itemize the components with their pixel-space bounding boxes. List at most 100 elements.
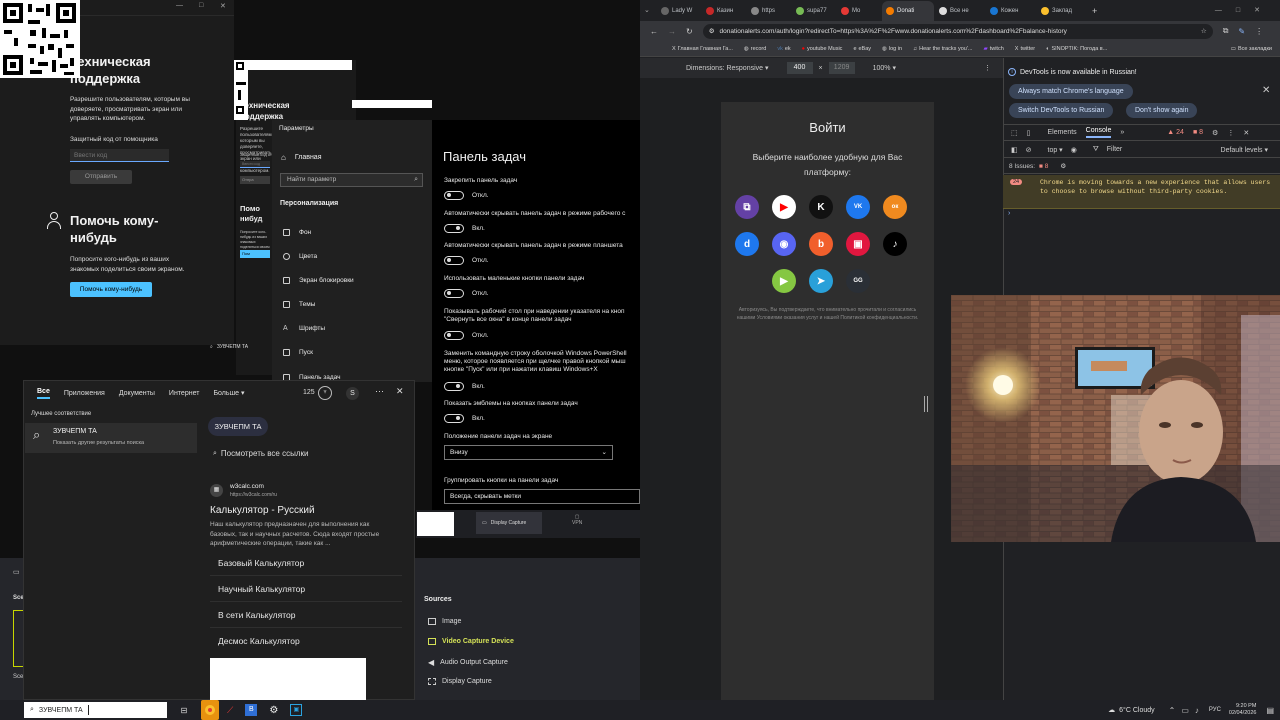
bookmark-10[interactable]: ◐ SINOPTIK: Погода в... bbox=[1046, 46, 1107, 52]
kick-login-button[interactable]: K bbox=[809, 195, 833, 219]
clear-console-icon[interactable]: ⊘ bbox=[1026, 146, 1032, 154]
settings-menu-start[interactable]: Пуск bbox=[283, 349, 313, 356]
settings-gear-icon[interactable]: ⚙ bbox=[1212, 129, 1218, 137]
bookmark-8[interactable]: ▰ twitch bbox=[983, 46, 1003, 52]
taskbar-position-select[interactable]: Внизу ⌄ bbox=[444, 445, 613, 460]
vk-login-button[interactable]: VK bbox=[846, 195, 870, 219]
window-controls[interactable]: —□✕ bbox=[1215, 1, 1280, 21]
more-options-icon[interactable]: ⋮ bbox=[984, 64, 1003, 72]
close-icon[interactable]: ✕ bbox=[396, 386, 404, 397]
link-basic-calculator[interactable]: Базовый Калькулятор bbox=[210, 550, 402, 576]
tab-5[interactable]: Mo bbox=[837, 1, 881, 21]
clock[interactable]: 9:20 PM 02/04/2026 bbox=[1229, 703, 1257, 717]
tray-icons[interactable]: ⌃▭♪ bbox=[1169, 706, 1205, 715]
settings-home[interactable]: ⌂ Главная bbox=[281, 153, 322, 162]
ok-login-button[interactable]: ок bbox=[883, 195, 907, 219]
toggle-switch[interactable] bbox=[444, 414, 464, 423]
task-view-icon[interactable]: ⊟ bbox=[175, 706, 193, 715]
more-options-icon[interactable]: ⋯ bbox=[375, 386, 384, 397]
boosty-login-button[interactable]: b bbox=[809, 232, 833, 256]
settings-menu-lockscreen[interactable]: Экран блокировки bbox=[283, 277, 354, 284]
qa-code-input[interactable] bbox=[70, 149, 169, 162]
obs-source-display-capture[interactable]: Display Capture bbox=[428, 678, 492, 685]
close-devtools-icon[interactable]: ✕ bbox=[1243, 129, 1249, 137]
minimize-icon[interactable]: — bbox=[176, 2, 183, 9]
tab-apps[interactable]: Приложения bbox=[64, 390, 105, 397]
tab-documents[interactable]: Документы bbox=[119, 390, 155, 397]
bookmark-9[interactable]: Xtwitter bbox=[1015, 46, 1035, 52]
tab-console[interactable]: Console bbox=[1085, 127, 1112, 138]
log-levels-select[interactable]: Default levels ▾ bbox=[1221, 146, 1280, 154]
best-match-result[interactable]: ⌕ ЗУВЧЕПМ ТА Показать другие результаты … bbox=[25, 423, 197, 453]
tab-elements[interactable]: Elements bbox=[1047, 129, 1076, 136]
bookmark-7[interactable]: ♫ Hear the tracks you'... bbox=[913, 46, 972, 52]
tab-9[interactable]: Заклад bbox=[1037, 1, 1087, 21]
settings-menu-themes[interactable]: Темы bbox=[283, 301, 315, 308]
youtube-login-button[interactable]: ▶ bbox=[772, 195, 796, 219]
extensions-icon[interactable]: ⧉ bbox=[1223, 26, 1229, 36]
language-indicator[interactable]: РУС bbox=[1209, 707, 1221, 713]
tab-7[interactable]: Все не bbox=[935, 1, 985, 21]
toggle-switch[interactable] bbox=[444, 256, 464, 265]
toggle-switch[interactable] bbox=[444, 331, 464, 340]
tab-8[interactable]: Кожен bbox=[986, 1, 1036, 21]
settings-menu-colors[interactable]: Цвета bbox=[283, 253, 317, 260]
discord-login-button[interactable]: ◉ bbox=[772, 232, 796, 256]
eye-icon[interactable]: ◉ bbox=[1071, 146, 1077, 154]
toggle-switch[interactable] bbox=[444, 224, 464, 233]
reload-icon[interactable]: ↻ bbox=[686, 27, 693, 36]
avatar[interactable]: S bbox=[346, 387, 359, 400]
warning-count[interactable]: ▲ 24 bbox=[1167, 129, 1184, 136]
obs-source-image[interactable]: Image bbox=[428, 618, 461, 625]
twitch-login-button[interactable]: ⧉ bbox=[735, 195, 759, 219]
notifications-icon[interactable]: ▤ bbox=[1266, 706, 1274, 715]
zoom-select[interactable]: 100% ▾ bbox=[873, 64, 896, 72]
tab-2[interactable]: Казин bbox=[702, 1, 746, 21]
tab-all[interactable]: Все bbox=[37, 388, 50, 399]
sidebar-icon[interactable]: ◧ bbox=[1011, 146, 1018, 154]
obs-vpn-tab[interactable]: ▢ VPN bbox=[572, 514, 582, 526]
goodgame-login-button[interactable]: GG bbox=[846, 269, 870, 293]
console-prompt-icon[interactable]: › bbox=[1008, 210, 1010, 217]
obs-source-audio-output[interactable]: ◀ Audio Output Capture bbox=[428, 658, 508, 667]
link-online-calculator[interactable]: В сети Калькулятор bbox=[210, 602, 402, 628]
kebab-icon[interactable]: ⋮ bbox=[1227, 129, 1234, 137]
address-bar[interactable]: ⚙ donationalerts.com/auth/login?redirect… bbox=[702, 23, 1213, 39]
tab-3[interactable]: https bbox=[747, 1, 791, 21]
bookmark-4[interactable]: ● youtube Music bbox=[802, 46, 843, 52]
bookmark-star-icon[interactable]: ☆ bbox=[1201, 27, 1213, 35]
telegram-login-button[interactable]: ➤ bbox=[809, 269, 833, 293]
all-bookmarks[interactable]: ▭ Все закладки bbox=[1231, 46, 1280, 52]
rewards-icon[interactable]: ♆ bbox=[318, 386, 332, 400]
gear-icon[interactable]: ⚙ bbox=[1060, 162, 1066, 170]
tab-more[interactable]: Больше ▾ bbox=[213, 389, 244, 397]
qa-submit-button[interactable]: Отправить bbox=[70, 170, 132, 184]
toggle-switch[interactable] bbox=[444, 191, 464, 200]
height-input[interactable]: 1209 bbox=[828, 62, 855, 74]
width-input[interactable]: 400 bbox=[786, 62, 813, 74]
switch-language-button[interactable]: Switch DevTools to Russian bbox=[1009, 103, 1114, 118]
tab-6-active[interactable]: Donati bbox=[882, 1, 934, 21]
settings-search-input[interactable]: Найти параметр ⌕ bbox=[280, 173, 423, 187]
qa-help-button[interactable]: Помочь кому-нибудь bbox=[70, 282, 152, 297]
close-banner-icon[interactable]: ✕ bbox=[1262, 85, 1270, 96]
tab-search-icon[interactable]: ⌄ bbox=[644, 1, 656, 21]
bookmark-2[interactable]: ◍ record bbox=[744, 46, 766, 52]
taskbar-search-box[interactable]: ⌕ ЗУВЧЕПМ ТА bbox=[24, 702, 167, 718]
donationalerts-login-button[interactable]: d bbox=[735, 232, 759, 256]
obs-display-capture-tab[interactable]: ▭ Display Capture bbox=[476, 512, 542, 534]
web-result-title[interactable]: Калькулятор - Русский bbox=[210, 505, 315, 516]
link-desmos-calculator[interactable]: Десмос Калькулятор bbox=[210, 628, 402, 654]
obs-source-video-capture[interactable]: Video Capture Device bbox=[428, 638, 514, 645]
quick-assist-icon[interactable]: ▣ bbox=[290, 704, 303, 716]
see-all-links[interactable]: ⌕ Посмотреть все ссылки bbox=[213, 449, 308, 458]
maximize-icon[interactable]: □ bbox=[199, 2, 203, 9]
error-count[interactable]: ■ 8 bbox=[1193, 129, 1203, 136]
settings-menu-fonts[interactable]: A Шрифты bbox=[283, 325, 325, 332]
bookmark-5[interactable]: e eBay bbox=[853, 46, 871, 52]
tab-4[interactable]: supa77 bbox=[792, 1, 836, 21]
link-scientific-calculator[interactable]: Научный Калькулятор bbox=[210, 576, 402, 602]
more-tabs-icon[interactable]: » bbox=[1120, 129, 1124, 136]
issues-badge[interactable]: ■ 8 bbox=[1039, 163, 1048, 170]
settings-gear-icon[interactable]: ⚙ bbox=[269, 705, 278, 716]
